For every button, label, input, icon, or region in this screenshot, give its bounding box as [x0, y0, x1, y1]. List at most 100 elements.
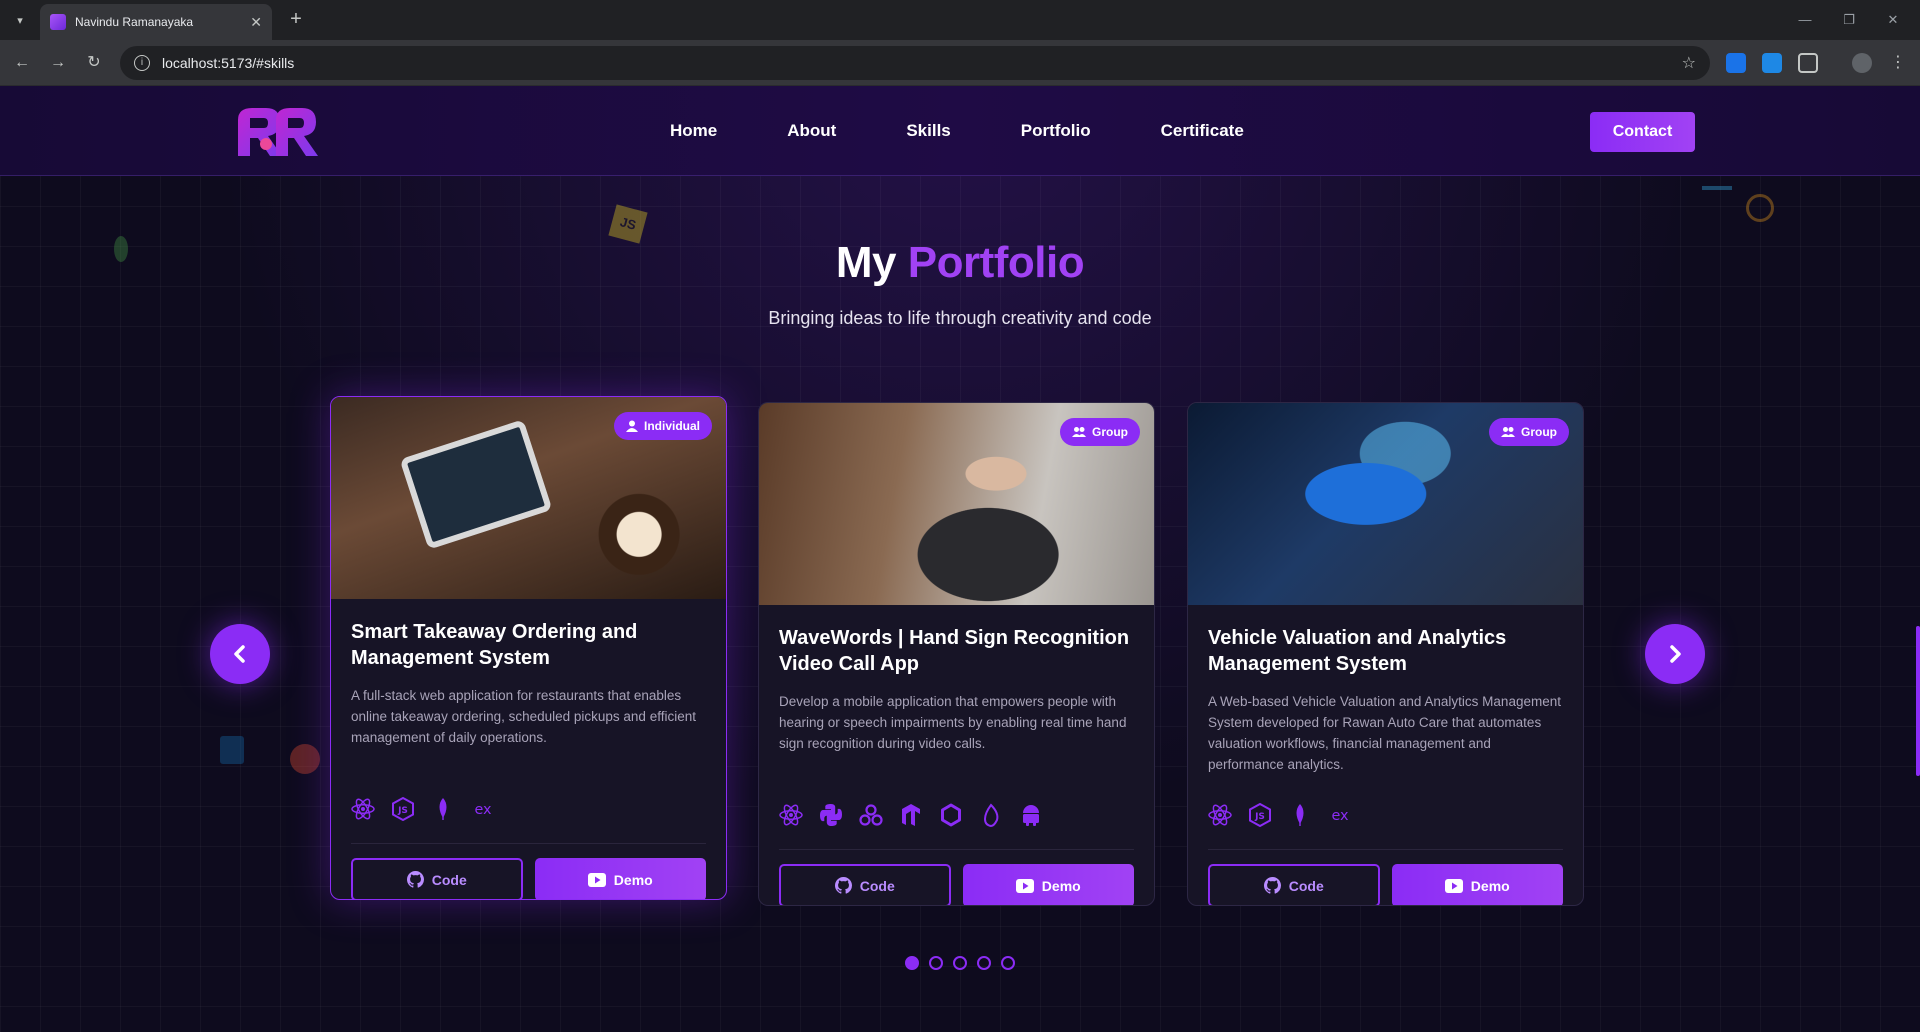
tech-stack: JS ex [1208, 785, 1563, 845]
project-badge: Group [1060, 418, 1140, 446]
project-card[interactable]: Group WaveWords | Hand Sign Recognition … [758, 402, 1155, 906]
pagination-dot-4[interactable] [977, 956, 991, 970]
youtube-icon [1015, 878, 1034, 893]
carousel-prev-button[interactable] [210, 624, 270, 684]
close-tab-icon[interactable]: ✕ [250, 14, 262, 31]
tech-stack [779, 785, 1134, 845]
react-icon [351, 797, 375, 821]
close-window-icon[interactable]: ✕ [1878, 8, 1908, 32]
mongodb-icon [1288, 803, 1312, 827]
users-icon [1072, 427, 1086, 437]
url-text[interactable]: localhost:5173/#skills [162, 55, 1670, 71]
project-title: Vehicle Valuation and Analytics Manageme… [1208, 627, 1507, 675]
project-badge: Group [1489, 418, 1569, 446]
code-label: Code [431, 871, 467, 888]
browser-toolbar: ← → ↻ i localhost:5173/#skills ☆ ⋮ [0, 40, 1920, 86]
code-label: Code [1288, 877, 1324, 894]
reload-icon[interactable]: ↻ [82, 51, 106, 75]
firebase-icon [979, 803, 1003, 827]
contact-button[interactable]: Contact [1590, 112, 1695, 152]
nav-home[interactable]: Home [670, 121, 717, 141]
download-extension-icon[interactable] [1762, 53, 1782, 73]
code-button[interactable]: Code [779, 864, 951, 905]
project-badge: Individual [613, 412, 712, 440]
carousel-next-button[interactable] [1645, 624, 1705, 684]
pagination-dot-1[interactable] [905, 956, 919, 970]
tablet-illustration [399, 419, 553, 550]
tensorflow-icon [899, 803, 923, 827]
github-icon [1263, 877, 1281, 894]
youtube-icon [1444, 878, 1463, 893]
demo-label: Demo [613, 871, 653, 888]
svg-text:ex: ex [474, 802, 492, 818]
project-image: Group [759, 403, 1154, 605]
nav-portfolio[interactable]: Portfolio [1021, 121, 1091, 141]
title-plain: My [835, 238, 897, 287]
badge-label: Individual [643, 419, 700, 433]
nav-certificate[interactable]: Certificate [1161, 121, 1244, 141]
profile-avatar-icon[interactable] [1852, 53, 1872, 73]
users-icon [1501, 427, 1515, 437]
svg-text:JS: JS [1254, 812, 1265, 822]
forward-icon[interactable]: → [46, 51, 70, 75]
site-logo[interactable] [236, 106, 320, 158]
chevron-right-icon [1670, 645, 1681, 663]
back-icon[interactable]: ← [10, 51, 34, 75]
title-accent: Portfolio [907, 238, 1085, 287]
project-image: Group [1188, 403, 1583, 605]
main-nav: Home About Skills Portfolio Certificate [670, 86, 1244, 176]
bookmark-star-icon[interactable]: ☆ [1682, 53, 1696, 73]
section-subtitle: Bringing ideas to life through creativit… [768, 308, 1152, 328]
carousel-pagination [0, 956, 1920, 970]
nav-skills[interactable]: Skills [906, 121, 950, 141]
project-image: Individual [331, 397, 726, 599]
extensions-puzzle-icon[interactable] [1798, 53, 1818, 73]
mongodb-icon [431, 797, 455, 821]
project-title: WaveWords | Hand Sign Recognition Video … [779, 627, 1130, 675]
code-button[interactable]: Code [1208, 864, 1380, 905]
code-label: Code [859, 877, 895, 894]
code-button[interactable]: Code [351, 858, 523, 899]
project-card[interactable]: Individual Smart Takeaway Ordering and M… [330, 396, 727, 900]
project-description: Develop a mobile application that empowe… [779, 694, 1127, 751]
page-scroll-indicator[interactable] [1916, 626, 1920, 776]
browser-menu-icon[interactable]: ⋮ [1888, 53, 1908, 73]
demo-button[interactable]: Demo [1391, 864, 1563, 905]
browser-tabstrip: ▾ Navindu Ramanayaka ✕ + — ❐ ✕ [0, 0, 1920, 40]
demo-button[interactable]: Demo [962, 864, 1134, 905]
react-icon [779, 803, 803, 827]
swift-float-icon [1746, 194, 1774, 222]
nav-about[interactable]: About [787, 121, 836, 141]
nodejs-icon: JS [391, 797, 415, 821]
new-tab-button[interactable]: + [284, 8, 308, 32]
project-title: Smart Takeaway Ordering and Management S… [351, 621, 638, 669]
pagination-dot-2[interactable] [929, 956, 943, 970]
youtube-icon [587, 872, 606, 887]
badge-label: Group [1521, 425, 1557, 439]
browser-tab[interactable]: Navindu Ramanayaka ✕ [40, 4, 272, 40]
project-description: A full-stack web application for restaur… [351, 688, 696, 745]
badge-label: Group [1092, 425, 1128, 439]
openai-icon [939, 803, 963, 827]
user-icon [625, 420, 638, 432]
project-card[interactable]: Group Vehicle Valuation and Analytics Ma… [1187, 402, 1584, 906]
chevron-left-icon [234, 645, 245, 663]
pagination-dot-5[interactable] [1001, 956, 1015, 970]
site-info-icon[interactable]: i [134, 55, 150, 71]
pagination-dot-3[interactable] [953, 956, 967, 970]
card-divider [351, 843, 706, 844]
restore-icon[interactable]: ❐ [1834, 8, 1864, 32]
nodejs-icon: JS [1248, 803, 1272, 827]
python-icon [819, 803, 843, 827]
address-bar[interactable]: i localhost:5173/#skills ☆ [120, 46, 1710, 80]
tab-title: Navindu Ramanayaka [75, 15, 194, 29]
demo-button[interactable]: Demo [534, 858, 706, 899]
css-float-icon [220, 736, 244, 764]
svg-text:JS: JS [397, 806, 408, 816]
minimize-icon[interactable]: — [1790, 8, 1820, 32]
demo-label: Demo [1041, 877, 1081, 894]
git-float-icon [290, 744, 320, 774]
site-header: Home About Skills Portfolio Certificate … [0, 86, 1920, 176]
tab-search-button[interactable]: ▾ [8, 8, 32, 32]
translate-extension-icon[interactable] [1726, 53, 1746, 73]
